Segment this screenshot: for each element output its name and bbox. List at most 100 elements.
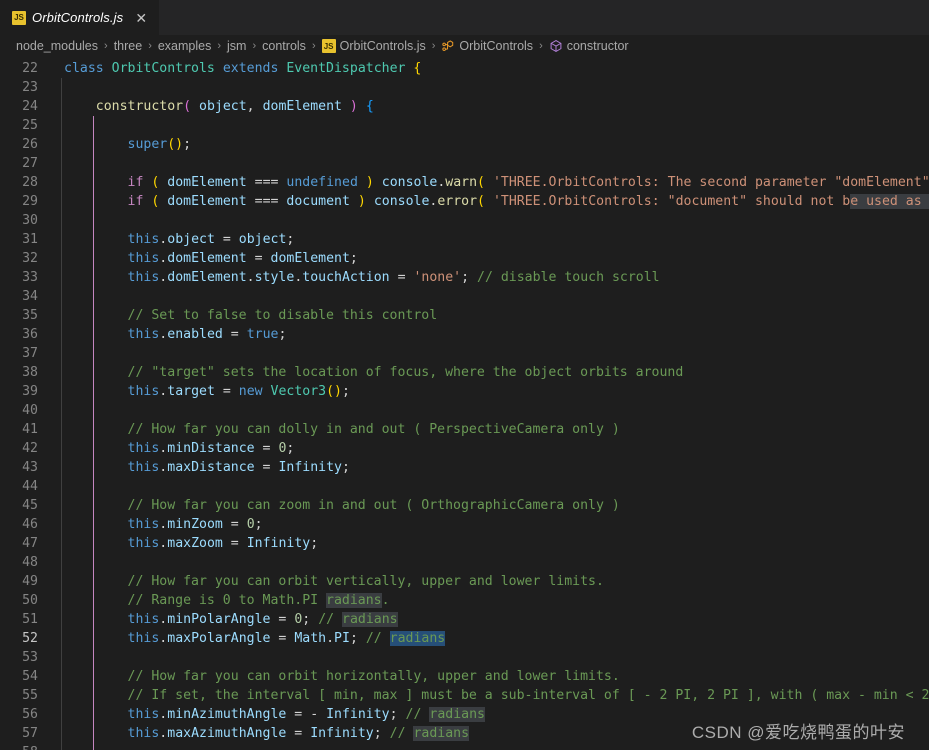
- line-content[interactable]: // If set, the interval [ min, max ] mus…: [52, 686, 929, 705]
- line-content[interactable]: // How far you can orbit horizontally, u…: [52, 667, 929, 686]
- breadcrumb-label: OrbitControls: [459, 39, 534, 53]
- code-line[interactable]: 56 this.minAzimuthAngle = - Infinity; //…: [0, 705, 929, 724]
- code-line[interactable]: 33 this.domElement.style.touchAction = '…: [0, 268, 929, 287]
- code-editor[interactable]: 22 class OrbitControls extends EventDisp…: [0, 57, 929, 750]
- code-line[interactable]: 37: [0, 344, 929, 363]
- line-content[interactable]: [52, 116, 929, 135]
- line-number: 35: [22, 308, 38, 323]
- line-number: 26: [22, 137, 38, 152]
- code-line[interactable]: 34: [0, 287, 929, 306]
- line-number: 56: [22, 707, 38, 722]
- line-number: 22: [22, 61, 38, 76]
- code-line[interactable]: 54 // How far you can orbit horizontally…: [0, 667, 929, 686]
- line-content[interactable]: this.maxAzimuthAngle = Infinity; // radi…: [52, 724, 929, 743]
- code-line[interactable]: 53: [0, 648, 929, 667]
- line-content[interactable]: this.minAzimuthAngle = - Infinity; // ra…: [52, 705, 929, 724]
- code-line[interactable]: 41 // How far you can dolly in and out (…: [0, 420, 929, 439]
- line-content[interactable]: class OrbitControls extends EventDispatc…: [52, 59, 929, 78]
- breadcrumb-item-controls[interactable]: controls: [262, 39, 306, 53]
- line-content[interactable]: [52, 743, 929, 750]
- symbol-method-icon: [549, 39, 563, 53]
- breadcrumb-item-three[interactable]: three: [114, 39, 143, 53]
- code-line[interactable]: 28 if ( domElement === undefined ) conso…: [0, 173, 929, 192]
- tab-orbitcontrols-js[interactable]: JS OrbitControls.js ✕: [0, 0, 161, 35]
- line-content[interactable]: // How far you can orbit vertically, upp…: [52, 572, 929, 591]
- code-line[interactable]: 43 this.maxDistance = Infinity;: [0, 458, 929, 477]
- code-line[interactable]: 26 super();: [0, 135, 929, 154]
- line-content[interactable]: // Range is 0 to Math.PI radians.: [52, 591, 929, 610]
- code-line[interactable]: 36 this.enabled = true;: [0, 325, 929, 344]
- line-content[interactable]: this.enabled = true;: [52, 325, 929, 344]
- code-line[interactable]: 49 // How far you can orbit vertically, …: [0, 572, 929, 591]
- code-line[interactable]: 45 // How far you can zoom in and out ( …: [0, 496, 929, 515]
- code-line[interactable]: 57 this.maxAzimuthAngle = Infinity; // r…: [0, 724, 929, 743]
- line-content[interactable]: [52, 401, 929, 420]
- line-content[interactable]: [52, 211, 929, 230]
- line-content[interactable]: this.minPolarAngle = 0; // radians: [52, 610, 929, 629]
- code-line[interactable]: 32 this.domElement = domElement;: [0, 249, 929, 268]
- code-line[interactable]: 35 // Set to false to disable this contr…: [0, 306, 929, 325]
- breadcrumb-item-constructor[interactable]: constructor: [549, 39, 629, 53]
- code-line[interactable]: 24 constructor( object, domElement ) {: [0, 97, 929, 116]
- line-content[interactable]: [52, 344, 929, 363]
- line-content[interactable]: this.maxPolarAngle = Math.PI; // radians: [52, 629, 929, 648]
- line-number: 44: [22, 479, 38, 494]
- breadcrumb-item-orbitcontrols-class[interactable]: OrbitControls: [441, 39, 533, 53]
- line-content[interactable]: if ( domElement === document ) console.e…: [52, 192, 929, 211]
- code-line[interactable]: 58: [0, 743, 929, 750]
- line-content[interactable]: this.domElement.style.touchAction = 'non…: [52, 268, 929, 287]
- line-content[interactable]: this.domElement = domElement;: [52, 249, 929, 268]
- line-content[interactable]: this.maxDistance = Infinity;: [52, 458, 929, 477]
- code-line-active[interactable]: 52 this.maxPolarAngle = Math.PI; // radi…: [0, 629, 929, 648]
- code-line[interactable]: 46 this.minZoom = 0;: [0, 515, 929, 534]
- breadcrumb-item-examples[interactable]: examples: [158, 39, 212, 53]
- line-content[interactable]: [52, 648, 929, 667]
- editor-tab-bar: JS OrbitControls.js ✕: [0, 0, 929, 35]
- code-line[interactable]: 23: [0, 78, 929, 97]
- line-content[interactable]: [52, 477, 929, 496]
- code-line[interactable]: 31 this.object = object;: [0, 230, 929, 249]
- code-line[interactable]: 40: [0, 401, 929, 420]
- line-content[interactable]: if ( domElement === undefined ) console.…: [52, 173, 929, 192]
- breadcrumb-item-jsm[interactable]: jsm: [227, 39, 246, 53]
- code-line[interactable]: 22 class OrbitControls extends EventDisp…: [0, 59, 929, 78]
- line-content[interactable]: this.target = new Vector3();: [52, 382, 929, 401]
- line-content[interactable]: this.minDistance = 0;: [52, 439, 929, 458]
- line-content[interactable]: this.object = object;: [52, 230, 929, 249]
- breadcrumb-item-node_modules[interactable]: node_modules: [16, 39, 98, 53]
- line-number: 38: [22, 365, 38, 380]
- line-content[interactable]: // How far you can zoom in and out ( Ort…: [52, 496, 929, 515]
- line-content[interactable]: super();: [52, 135, 929, 154]
- line-content[interactable]: [52, 553, 929, 572]
- code-line[interactable]: 39 this.target = new Vector3();: [0, 382, 929, 401]
- line-content[interactable]: [52, 287, 929, 306]
- code-line[interactable]: 29 if ( domElement === document ) consol…: [0, 192, 929, 211]
- line-number: 37: [22, 346, 38, 361]
- line-content[interactable]: this.maxZoom = Infinity;: [52, 534, 929, 553]
- line-content[interactable]: [52, 78, 929, 97]
- code-line[interactable]: 27: [0, 154, 929, 173]
- line-content[interactable]: [52, 154, 929, 173]
- line-content[interactable]: // How far you can dolly in and out ( Pe…: [52, 420, 929, 439]
- line-content[interactable]: constructor( object, domElement ) {: [52, 97, 929, 116]
- close-icon[interactable]: ✕: [133, 10, 149, 26]
- code-line[interactable]: 51 this.minPolarAngle = 0; // radians: [0, 610, 929, 629]
- code-line[interactable]: 44: [0, 477, 929, 496]
- line-number: 41: [22, 422, 38, 437]
- code-line[interactable]: 38 // "target" sets the location of focu…: [0, 363, 929, 382]
- line-content[interactable]: this.minZoom = 0;: [52, 515, 929, 534]
- line-content[interactable]: // "target" sets the location of focus, …: [52, 363, 929, 382]
- code-line[interactable]: 42 this.minDistance = 0;: [0, 439, 929, 458]
- line-content[interactable]: // Set to false to disable this control: [52, 306, 929, 325]
- line-number: 28: [22, 175, 38, 190]
- code-line[interactable]: 50 // Range is 0 to Math.PI radians.: [0, 591, 929, 610]
- code-line[interactable]: 30: [0, 211, 929, 230]
- code-line[interactable]: 25: [0, 116, 929, 135]
- line-number: 58: [0, 743, 52, 750]
- line-number: 48: [22, 555, 38, 570]
- breadcrumb-item-orbitcontrols-js[interactable]: JS OrbitControls.js: [321, 39, 426, 53]
- code-line[interactable]: 47 this.maxZoom = Infinity;: [0, 534, 929, 553]
- code-line[interactable]: 55 // If set, the interval [ min, max ] …: [0, 686, 929, 705]
- word-match-highlight: radians: [413, 726, 470, 741]
- code-line[interactable]: 48: [0, 553, 929, 572]
